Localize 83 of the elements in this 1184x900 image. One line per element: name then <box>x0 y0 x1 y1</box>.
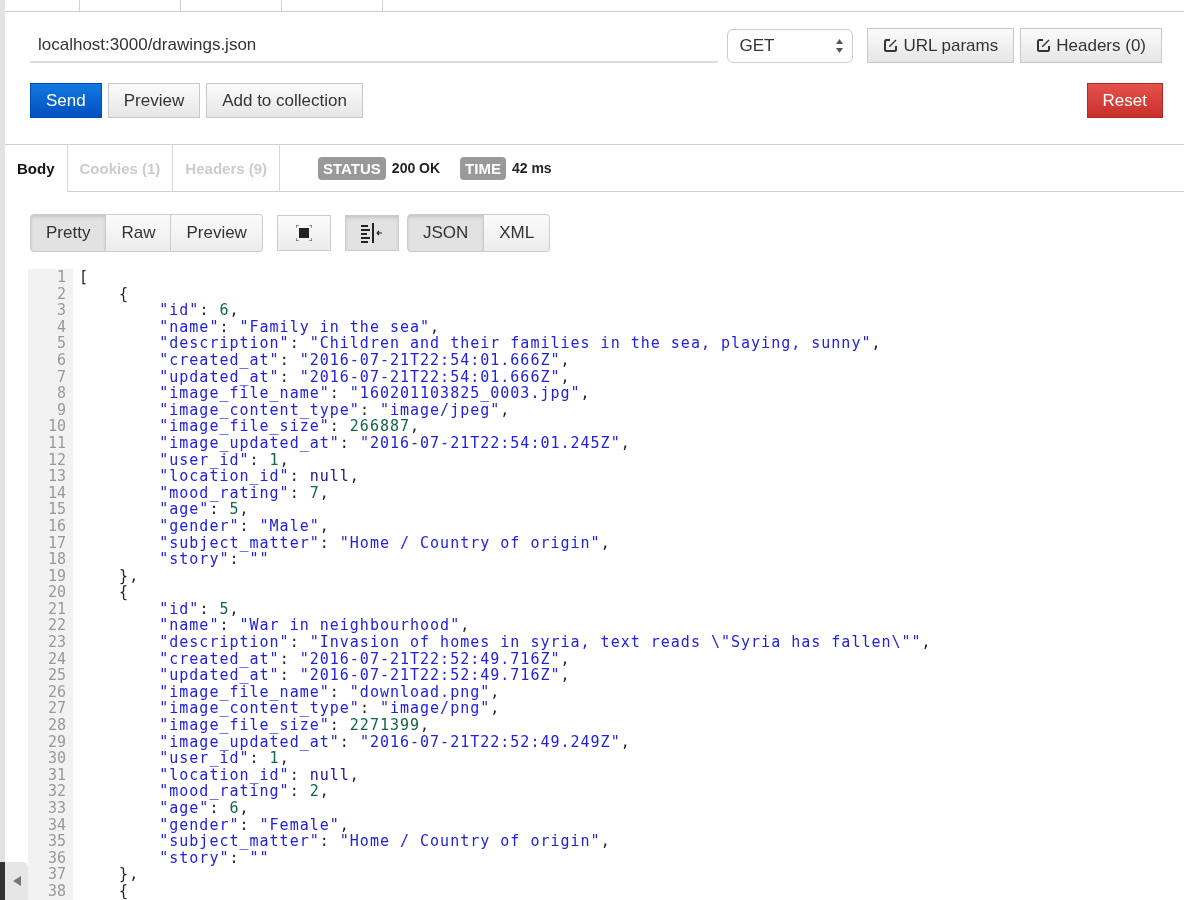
time-badge: TIME <box>460 156 506 180</box>
line-number: 35 <box>28 833 73 850</box>
code-line: "id": 5, <box>158 600 240 618</box>
method-select[interactable]: GET <box>727 28 854 63</box>
code-line: "image_file_name": "download.png", <box>158 683 501 701</box>
action-button[interactable]: Add to collection <box>206 83 363 118</box>
line-number: 25 <box>28 667 73 684</box>
code-line: "user_id": 1, <box>158 750 290 767</box>
line-number: 15 <box>28 501 73 518</box>
code-line: "gender": "Female", <box>158 816 350 834</box>
line-number: 32 <box>28 783 73 800</box>
fullscreen-icon <box>295 225 312 241</box>
sort-arrows-icon <box>835 37 845 54</box>
code-line: [ <box>78 269 90 286</box>
code-line: "image_content_type": "image/jpeg", <box>158 401 511 419</box>
line-number: 22 <box>28 617 73 635</box>
view-mode-button[interactable]: Raw <box>106 214 172 252</box>
status-badge: STATUS <box>318 156 386 180</box>
edit-icon <box>1036 38 1052 53</box>
edit-icon <box>883 38 899 53</box>
code-line: "mood_rating": 2, <box>158 783 330 800</box>
line-number: 23 <box>28 634 73 651</box>
code-line: "created_at": "2016-07-21T22:52:49.716Z", <box>158 650 571 668</box>
line-number: 5 <box>28 335 73 352</box>
code-line: }, <box>118 567 140 585</box>
code-line: "image_file_size": 2271399, <box>158 717 431 734</box>
code-line: "name": "Family in the sea", <box>158 318 441 336</box>
code-line: "image_file_size": 266887, <box>158 418 421 435</box>
code-line: }, <box>118 866 140 883</box>
code-line: { <box>118 882 130 900</box>
code-line: "age": 6, <box>158 800 250 817</box>
code-line: "created_at": "2016-07-21T22:54:01.666Z", <box>158 351 571 369</box>
view-mode-button[interactable]: Pretty <box>30 214 107 252</box>
format-button[interactable]: XML <box>484 214 551 252</box>
code-line: { <box>118 285 130 303</box>
time-value: 42 ms <box>511 160 552 176</box>
status-value: 200 OK <box>391 160 441 176</box>
view-mode-button[interactable]: Preview <box>171 214 263 252</box>
wrap-button[interactable] <box>344 215 399 251</box>
line-number: 20 <box>28 584 73 601</box>
code-line: "age": 5, <box>158 501 250 518</box>
collapse-icon <box>12 876 21 886</box>
code-line: "story": "" <box>158 551 270 568</box>
response-tab[interactable]: Body <box>5 145 68 192</box>
code-line: "subject_matter": "Home / Country of origin", <box>158 534 611 552</box>
line-number: 13 <box>28 468 73 485</box>
fullscreen-button[interactable] <box>276 215 331 251</box>
code-line: "story": "" <box>158 849 270 867</box>
line-number: 18 <box>28 551 73 568</box>
line-number: 3 <box>28 302 73 319</box>
action-button[interactable]: Preview <box>107 83 201 118</box>
line-number: 10 <box>28 418 73 435</box>
code-line: "updated_at": "2016-07-21T22:52:49.716Z", <box>158 667 571 684</box>
code-line: "mood_rating": 7, <box>158 484 330 502</box>
code-line: "location_id": null, <box>158 766 360 784</box>
reset-button[interactable]: Reset <box>1086 83 1163 118</box>
code-line: "name": "War in neighbourhood", <box>158 617 471 635</box>
code-line: "user_id": 1, <box>158 451 290 469</box>
header-button[interactable]: Headers (0) <box>1020 28 1162 63</box>
code-line: "image_updated_at": "2016-07-21T22:54:01.245Z", <box>158 434 631 452</box>
code-line: "image_file_name": "160201103825_0003.jpg", <box>158 385 591 402</box>
code-line: "image_content_type": "image/png", <box>158 700 501 718</box>
code-line: { <box>118 584 130 601</box>
header-button[interactable]: URL params <box>867 28 1015 63</box>
code-line: "gender": "Male", <box>158 517 330 535</box>
line-number: 33 <box>28 800 73 817</box>
code-line: "image_updated_at": "2016-07-21T22:52:49.249Z", <box>158 733 631 751</box>
code-line: "description": "Invasion of homes in syria, text reads \"Syria has fallen\"", <box>158 634 932 651</box>
wrap-icon <box>360 223 383 243</box>
line-number: 1 <box>28 269 73 286</box>
line-number: 30 <box>28 750 73 767</box>
sidebar-toggle[interactable] <box>0 862 28 900</box>
line-number: 28 <box>28 717 73 734</box>
code-line: "description": "Children and their families in the sea, playing, sunny", <box>158 335 882 352</box>
code-line: "updated_at": "2016-07-21T22:54:01.666Z", <box>158 368 571 386</box>
code-line: "location_id": null, <box>158 468 360 485</box>
code-line: "id": 6, <box>158 302 240 319</box>
line-number: 27 <box>28 700 73 718</box>
send-button[interactable]: Send <box>30 83 102 118</box>
line-number: 8 <box>28 385 73 402</box>
code-line: "subject_matter": "Home / Country of origin", <box>158 833 611 850</box>
line-number: 37 <box>28 866 73 883</box>
format-button[interactable]: JSON <box>406 214 485 252</box>
